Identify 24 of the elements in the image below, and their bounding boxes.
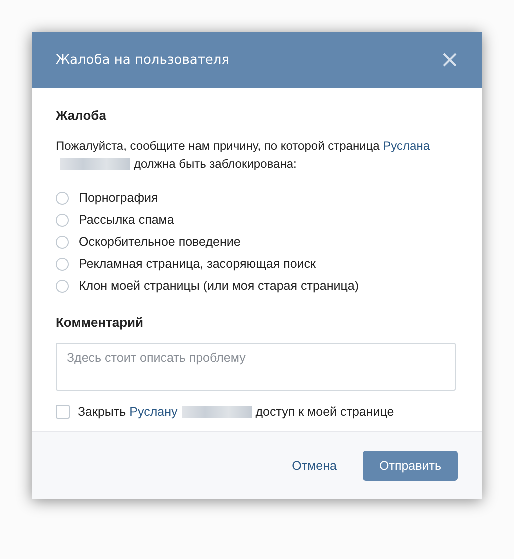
- submit-button[interactable]: Отправить: [363, 450, 458, 480]
- radio-label[interactable]: Оскорбительное поведение: [79, 235, 241, 249]
- complaint-prompt: Пожалуйста, сообщите нам причину, по которой страница Руслана должна быть заблокирована:: [56, 138, 432, 173]
- radio-label[interactable]: Порнография: [79, 191, 158, 205]
- section-heading: Комментарий: [56, 315, 145, 330]
- redacted-name: [182, 406, 252, 418]
- user-link[interactable]: Руслану: [130, 405, 178, 419]
- cancel-button[interactable]: Отмена: [282, 450, 347, 480]
- radio-label[interactable]: Клон моей страницы (или моя старая страница): [79, 279, 360, 293]
- checkbox[interactable]: [56, 405, 70, 419]
- radio-button[interactable]: [56, 258, 69, 270]
- radio-button[interactable]: [56, 280, 69, 292]
- radio-button[interactable]: [56, 236, 69, 248]
- user-link[interactable]: Руслана: [383, 139, 430, 153]
- comment-field[interactable]: Здесь стоит описать проблему: [56, 343, 456, 391]
- dialog-title: Жалоба на пользователя: [56, 52, 230, 68]
- redacted-name: [60, 158, 130, 170]
- close-icon[interactable]: [443, 53, 457, 67]
- radio-button[interactable]: [56, 214, 69, 226]
- radio-label[interactable]: Рассылка спама: [79, 213, 174, 227]
- section-heading: Жалоба: [56, 108, 108, 123]
- checkbox-label[interactable]: Закрыть Руслану доступ к моей странице: [78, 405, 394, 419]
- radio-button[interactable]: [56, 192, 69, 204]
- radio-label[interactable]: Рекламная страница, засоряющая поиск: [79, 257, 316, 271]
